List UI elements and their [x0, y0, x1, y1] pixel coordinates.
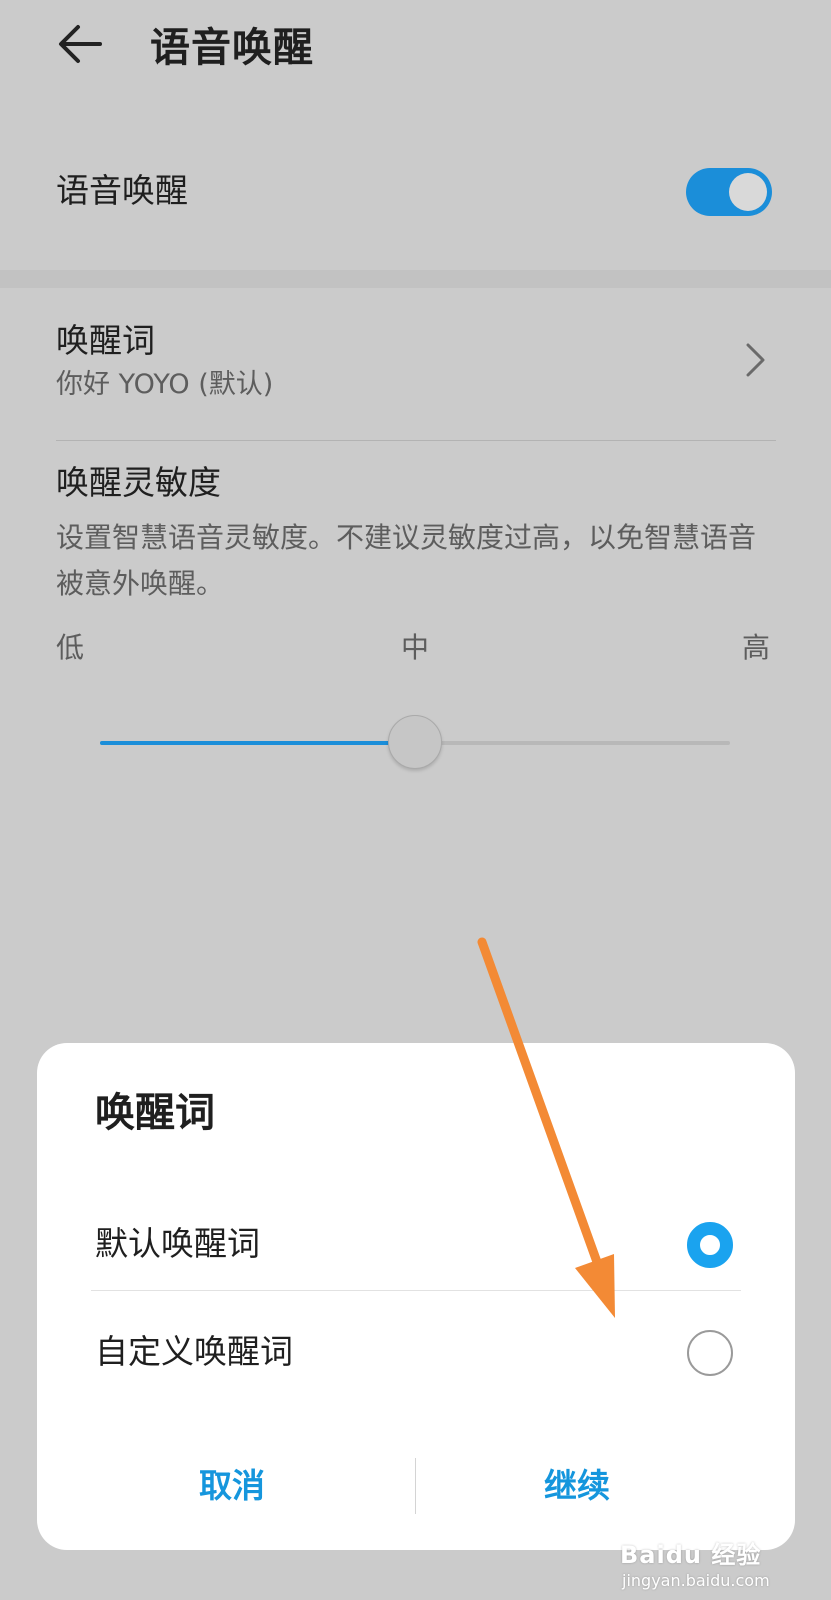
- cancel-button[interactable]: 取消: [82, 1455, 382, 1517]
- wake-word-title: 唤醒词: [56, 321, 155, 360]
- chevron-right-icon: [746, 343, 765, 377]
- wake-word-row[interactable]: 唤醒词 你好 YOYO (默认): [0, 300, 831, 430]
- arrow-left-icon: [59, 25, 102, 63]
- button-separator: [415, 1458, 416, 1514]
- radio-unchecked[interactable]: [687, 1330, 733, 1376]
- voice-wake-row[interactable]: 语音唤醒: [0, 130, 831, 260]
- continue-button[interactable]: 继续: [427, 1455, 727, 1517]
- app-header: 语音唤醒: [0, 0, 831, 100]
- back-button[interactable]: [52, 14, 122, 84]
- option-default-wake-word[interactable]: 默认唤醒词: [37, 1191, 795, 1299]
- wake-word-value: 你好 YOYO (默认): [56, 369, 274, 400]
- watermark-brand: Baidu 经验: [620, 1541, 762, 1569]
- option-label: 自定义唤醒词: [95, 1332, 293, 1371]
- slider-fill: [100, 741, 415, 745]
- sensitivity-mid-label: 中: [401, 631, 430, 664]
- option-custom-wake-word[interactable]: 自定义唤醒词: [37, 1299, 795, 1407]
- baidu-watermark: Baidu 经验 jingyan.baidu.com: [620, 1540, 800, 1596]
- watermark-url: jingyan.baidu.com: [622, 1571, 770, 1590]
- dialog-divider: [91, 1290, 741, 1291]
- voice-wake-toggle[interactable]: [686, 168, 772, 216]
- screen: 语音唤醒 语音唤醒 唤醒词 你好 YOYO (默认) 唤醒灵敏度 设置智慧语音灵…: [0, 0, 831, 1600]
- toggle-knob: [729, 173, 767, 211]
- list-divider: [56, 440, 776, 441]
- sensitivity-slider[interactable]: [100, 715, 730, 771]
- sensitivity-low-label: 低: [56, 631, 85, 664]
- sensitivity-description: 设置智慧语音灵敏度。不建议灵敏度过高，以免智慧语音被意外唤醒。: [56, 521, 757, 600]
- radio-checked[interactable]: [687, 1222, 733, 1268]
- section-divider: [0, 270, 831, 288]
- wake-word-dialog: 唤醒词 默认唤醒词 自定义唤醒词 取消 继续: [37, 1043, 795, 1550]
- voice-wake-label: 语音唤醒: [56, 171, 188, 210]
- slider-thumb[interactable]: [388, 715, 442, 769]
- sensitivity-high-label: 高: [742, 631, 771, 664]
- page-title: 语音唤醒: [150, 25, 314, 71]
- dialog-title: 唤醒词: [95, 1090, 215, 1136]
- option-label: 默认唤醒词: [95, 1224, 260, 1263]
- sensitivity-title: 唤醒灵敏度: [56, 463, 221, 502]
